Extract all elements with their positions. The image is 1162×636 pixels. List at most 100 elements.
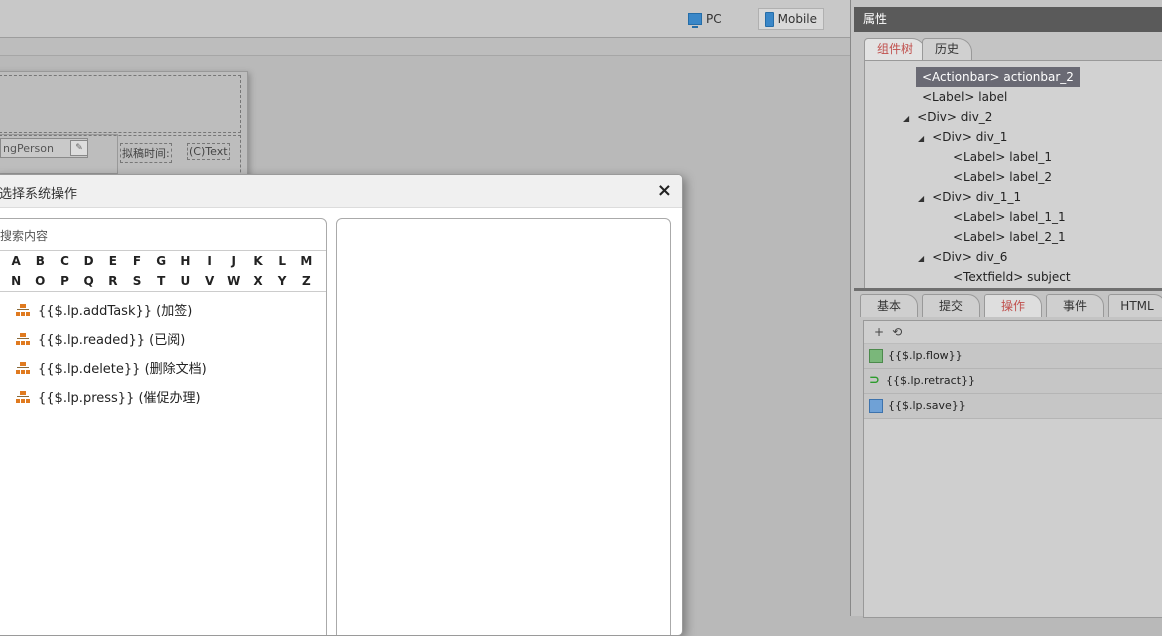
letter-filter[interactable]: D — [77, 251, 101, 271]
tree-node-textfield-subject[interactable]: <Textfield> subject — [953, 267, 1071, 287]
expand-arrow-icon[interactable]: ◢ — [918, 134, 924, 143]
action-row-save[interactable]: {{$.lp.save}} — [864, 394, 1162, 419]
operation-list-panel: ABCDEFGHIJKLM NOPQRSTUVWXYZ {{$.lp.addTa… — [0, 218, 327, 635]
tab-history[interactable]: 历史 — [922, 38, 973, 60]
mobile-label: Mobile — [777, 12, 817, 26]
tree-node-label-text: <Div> div_1 — [932, 130, 1008, 144]
alphabet-row-2: NOPQRSTUVWXYZ — [0, 271, 326, 291]
letter-filter[interactable]: H — [173, 251, 197, 271]
operation-label: {{$.lp.addTask}} (加签) — [38, 304, 193, 319]
tree-node-div-2[interactable]: ◢ <Div> div_2 — [903, 107, 992, 127]
expand-arrow-icon[interactable]: ◢ — [918, 194, 924, 203]
operations-list: + ⟲ {{$.lp.flow}} ⊃ {{$.lp.retract}} {{$… — [863, 320, 1162, 618]
letter-filter[interactable]: B — [28, 251, 52, 271]
selected-operations-panel[interactable] — [336, 218, 671, 635]
operation-list: {{$.lp.addTask}} (加签) {{$.lp.readed}} (已阅… — [16, 295, 207, 411]
property-tabs: 基本 提交 操作 事件 HTML — [860, 294, 1162, 318]
tab-operations[interactable]: 操作 — [984, 294, 1042, 317]
tab-basic[interactable]: 基本 — [860, 294, 918, 317]
tab-submit[interactable]: 提交 — [922, 294, 980, 317]
tree-node-actionbar[interactable]: <Actionbar> actionbar_2 — [916, 67, 1080, 87]
search-input[interactable] — [0, 225, 300, 247]
expand-arrow-icon[interactable]: ◢ — [903, 114, 909, 123]
tab-component-tree[interactable]: 组件树 — [864, 38, 927, 60]
tab-html[interactable]: HTML — [1108, 294, 1162, 317]
letter-filter[interactable]: V — [198, 271, 222, 291]
letter-filter[interactable]: X — [246, 271, 270, 291]
letter-filter[interactable]: T — [149, 271, 173, 291]
tree-node-label-text: <Div> div_1_1 — [932, 190, 1022, 204]
operations-toolbar: + ⟲ — [864, 321, 1162, 344]
letter-filter[interactable]: N — [4, 271, 28, 291]
expand-arrow-icon[interactable]: ◢ — [918, 254, 924, 263]
device-toolbar: PC Mobile — [0, 0, 850, 38]
letter-filter[interactable]: Y — [270, 271, 294, 291]
dialog-title: 选择系统操作 — [0, 187, 78, 202]
flow-icon — [869, 349, 883, 363]
letter-filter[interactable]: R — [101, 271, 125, 291]
retract-icon: ⊃ — [869, 373, 880, 388]
properties-header: 属性 — [854, 7, 1162, 32]
action-label: {{$.lp.flow}} — [888, 349, 963, 362]
operation-label: {{$.lp.press}} (催促办理) — [38, 391, 201, 406]
text-label[interactable]: (C)Text — [187, 143, 230, 160]
history-icon[interactable]: ⟲ — [892, 321, 902, 343]
properties-panel: 属性 组件树 历史 <Actionbar> actionbar_2 <Label… — [850, 0, 1162, 618]
letter-filter[interactable]: W — [222, 271, 246, 291]
action-row-retract[interactable]: ⊃ {{$.lp.retract}} — [864, 369, 1162, 394]
letter-filter[interactable]: Z — [294, 271, 318, 291]
tree-node-label-2[interactable]: <Label> label_2 — [953, 167, 1052, 187]
phone-icon — [765, 11, 774, 27]
letter-filter[interactable]: G — [149, 251, 173, 271]
mobile-view-button[interactable]: Mobile — [758, 8, 824, 30]
operation-item[interactable]: {{$.lp.delete}} (删除文档) — [16, 353, 207, 382]
letter-filter[interactable]: K — [246, 251, 270, 271]
letter-filter[interactable]: C — [52, 251, 76, 271]
tree-tabs: 组件树 历史 — [864, 38, 973, 60]
operation-item[interactable]: {{$.lp.addTask}} (加签) — [16, 295, 207, 324]
letter-filter[interactable]: L — [270, 251, 294, 271]
add-icon[interactable]: + — [874, 321, 884, 343]
tree-node-label-1[interactable]: <Label> label_1 — [953, 147, 1052, 167]
letter-filter[interactable]: A — [4, 251, 28, 271]
panel-splitter[interactable] — [854, 288, 1162, 291]
action-label: {{$.lp.retract}} — [886, 374, 976, 387]
operation-item[interactable]: {{$.lp.readed}} (已阅) — [16, 324, 207, 353]
draft-time-label[interactable]: 拟稿时间: — [120, 143, 172, 163]
operation-label: {{$.lp.delete}} (删除文档) — [38, 362, 207, 377]
letter-filter[interactable]: I — [198, 251, 222, 271]
operation-item[interactable]: {{$.lp.press}} (催促办理) — [16, 382, 207, 411]
edit-icon[interactable]: ✎ — [70, 140, 88, 156]
letter-filter[interactable]: Q — [77, 271, 101, 291]
tree-node-label-1-1[interactable]: <Label> label_1_1 — [953, 207, 1066, 227]
org-tree-icon — [16, 361, 30, 374]
action-label: {{$.lp.save}} — [888, 399, 966, 412]
letter-filter[interactable]: M — [294, 251, 318, 271]
tree-node-div-1[interactable]: ◢ <Div> div_1 — [918, 127, 1007, 147]
letter-filter[interactable]: P — [52, 271, 76, 291]
tree-node-div-6[interactable]: ◢ <Div> div_6 — [918, 247, 1007, 267]
close-icon[interactable]: × — [657, 180, 672, 201]
letter-filter[interactable]: J — [222, 251, 246, 271]
tree-node-label[interactable]: <Label> label — [922, 87, 1007, 107]
letter-filter[interactable]: O — [28, 271, 52, 291]
component-tree: <Actionbar> actionbar_2 <Label> label ◢ <… — [864, 60, 1162, 290]
org-tree-icon — [16, 303, 30, 316]
save-icon — [869, 399, 883, 413]
tree-node-label-text: <Div> div_6 — [932, 250, 1008, 264]
design-subbar — [0, 38, 850, 56]
org-tree-icon — [16, 332, 30, 345]
action-row-flow[interactable]: {{$.lp.flow}} — [864, 344, 1162, 369]
design-area: PC Mobile ngPerson ✎ 拟稿时间: (C)Text 选择系统操… — [0, 0, 850, 636]
letter-filter[interactable]: S — [125, 271, 149, 291]
letter-filter[interactable]: U — [173, 271, 197, 291]
letter-filter[interactable]: F — [125, 251, 149, 271]
pc-view-button[interactable]: PC — [682, 8, 750, 30]
monitor-icon — [688, 13, 702, 28]
tree-node-div-1-1[interactable]: ◢ <Div> div_1_1 — [918, 187, 1021, 207]
tree-node-label-2-1[interactable]: <Label> label_2_1 — [953, 227, 1066, 247]
actionbar-placeholder[interactable] — [0, 75, 241, 133]
letter-filter[interactable]: E — [101, 251, 125, 271]
tab-events[interactable]: 事件 — [1046, 294, 1104, 317]
select-operation-dialog: 选择系统操作 × ABCDEFGHIJKLM NOPQRSTUVWXYZ {{$… — [0, 174, 683, 636]
